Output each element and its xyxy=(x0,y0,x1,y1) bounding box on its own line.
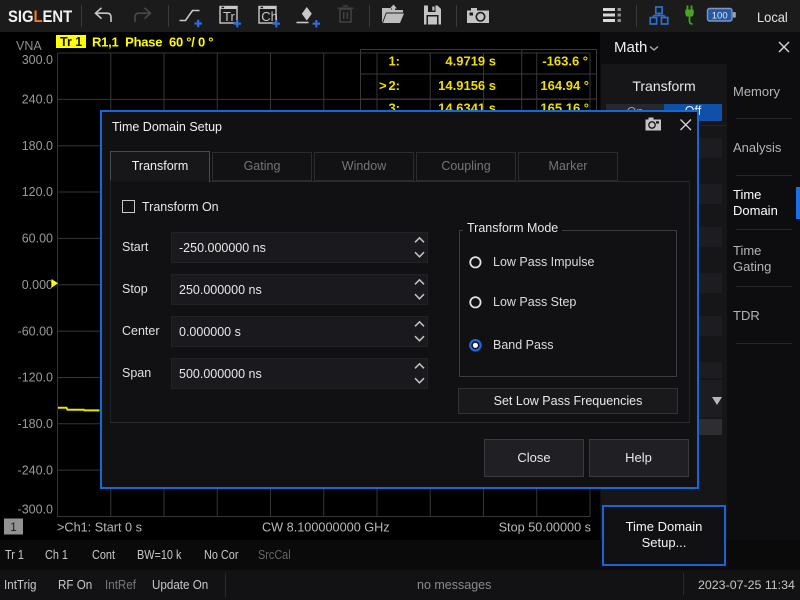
svg-text:-163.6 °: -163.6 ° xyxy=(542,53,588,68)
svg-text:R1,1 Phase 60 °/ 0 °: R1,1 Phase 60 °/ 0 ° xyxy=(92,35,213,50)
svg-text:120.0: 120.0 xyxy=(22,185,53,199)
svg-text:VNA: VNA xyxy=(16,39,42,53)
svg-text:14.9156 s: 14.9156 s xyxy=(438,78,496,93)
svg-text:240.0: 240.0 xyxy=(22,93,53,107)
svg-text:60.00: 60.00 xyxy=(22,232,53,246)
svg-text:100: 100 xyxy=(712,11,728,22)
svg-text:180.0: 180.0 xyxy=(22,139,53,153)
svg-text:Tr 1: Tr 1 xyxy=(60,35,82,49)
svg-text:>Ch1: Start 0 s: >Ch1: Start 0 s xyxy=(57,521,142,535)
svg-text:2:: 2: xyxy=(388,78,400,93)
svg-text:Stop 50.00000 s: Stop 50.00000 s xyxy=(499,521,591,535)
svg-text:1:: 1: xyxy=(388,53,400,68)
svg-text:Tr: Tr xyxy=(223,9,235,24)
svg-text:300.0: 300.0 xyxy=(22,53,53,67)
svg-text:164.94 °: 164.94 ° xyxy=(540,78,589,93)
svg-text:-240.0: -240.0 xyxy=(18,463,53,477)
svg-text:-180.0: -180.0 xyxy=(18,417,53,431)
svg-text:-60.00: -60.00 xyxy=(18,324,53,338)
svg-text:>: > xyxy=(379,78,387,93)
svg-text:1: 1 xyxy=(10,520,17,534)
svg-text:CW 8.100000000 GHz: CW 8.100000000 GHz xyxy=(262,521,390,535)
svg-text:-300.0: -300.0 xyxy=(18,503,53,517)
svg-text:4.9719 s: 4.9719 s xyxy=(445,53,496,68)
svg-text:0.000: 0.000 xyxy=(22,278,53,292)
svg-text:-120.0: -120.0 xyxy=(18,371,53,385)
